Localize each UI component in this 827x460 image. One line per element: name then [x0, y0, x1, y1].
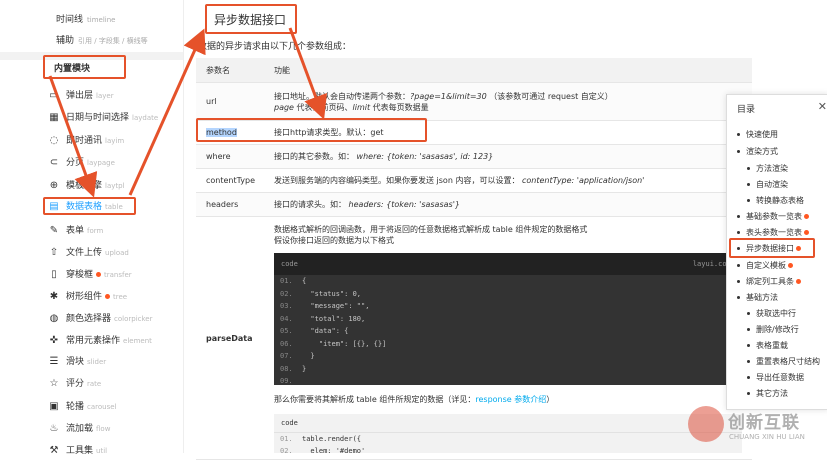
annotation-arrow — [128, 28, 206, 196]
annotation-arrows — [48, 27, 327, 198]
annotation-arrow — [48, 75, 98, 198]
screenshot: 时间线 timeline 辅助 引用 / 字段集 / 横线等 内置模块 ▭ 弹出层 la… — [0, 0, 827, 460]
brand-logo-icon — [688, 406, 724, 442]
watermark-sub: CHUANG XIN HU LIAN — [729, 433, 805, 441]
annotation-arrow — [288, 27, 327, 120]
watermark-logo: 创新互联 CHUANG XIN HU LIAN — [688, 404, 827, 446]
watermark-name: 创新互联 — [728, 413, 800, 433]
